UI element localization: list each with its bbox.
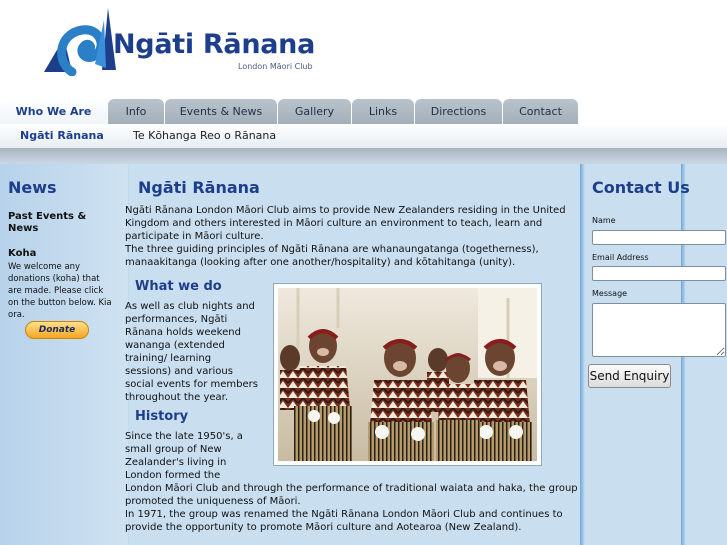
sub-nav: Ngāti Rānana Te Kōhanga Reo o Rānana xyxy=(0,124,727,148)
history-text-1: Since the late 1950's, a small group of … xyxy=(125,431,243,481)
send-enquiry-button[interactable]: Send Enquiry xyxy=(588,364,671,388)
koha-text: We welcome any donations (koha) that are… xyxy=(8,262,112,320)
intro-paragraph-1: Ngāti Rānana London Māori Club aims to p… xyxy=(125,205,566,242)
tab-events-news[interactable]: Events & News xyxy=(165,99,277,124)
tab-who-we-are[interactable]: Who We Are xyxy=(0,99,107,124)
kapa-haka-photo xyxy=(273,283,542,466)
history-text-3: In 1971, the group was renamed the Ngāti… xyxy=(125,509,563,533)
what-we-do-heading: What we do xyxy=(135,279,222,294)
what-we-do-text: As well as club nights and performances,… xyxy=(125,301,258,403)
page-title: Ngāti Rānana xyxy=(138,178,260,197)
nav-divider xyxy=(0,148,727,164)
message-label: Message xyxy=(592,289,628,298)
site-title: Ngāti Rānana xyxy=(113,29,315,60)
contact-heading: Contact Us xyxy=(592,178,690,197)
intro-text: Ngāti Rānana London Māori Club aims to p… xyxy=(125,204,569,269)
koru-sail-logo-icon[interactable] xyxy=(42,8,117,76)
email-field[interactable] xyxy=(592,266,726,281)
performers-image xyxy=(278,288,537,461)
tab-links[interactable]: Links xyxy=(352,99,414,124)
past-events-link[interactable]: Past Events & News xyxy=(8,211,108,235)
main-nav: Who We Are Info Events & News Gallery Li… xyxy=(0,99,727,124)
email-label: Email Address xyxy=(592,253,649,262)
name-field[interactable] xyxy=(592,230,726,245)
contact-sidebar: Contact Us Name Email Address Message Se… xyxy=(586,164,727,545)
tab-info[interactable]: Info xyxy=(108,99,164,124)
name-label: Name xyxy=(592,216,616,225)
koha-heading: Koha xyxy=(8,248,37,259)
tab-gallery[interactable]: Gallery xyxy=(278,99,351,124)
intro-paragraph-2: The three guiding principles of Ngāti Rā… xyxy=(125,244,539,268)
history-heading: History xyxy=(135,409,189,424)
main-content: Ngāti Rānana Ngāti Rānana London Māori C… xyxy=(120,164,586,545)
donate-button[interactable]: Donate xyxy=(25,321,89,339)
news-sidebar: News Past Events & News Koha We welcome … xyxy=(0,164,128,545)
site-header: Ngāti Rānana London Māori Club xyxy=(0,0,727,100)
subnav-item-te-kohanga-reo[interactable]: Te Kōhanga Reo o Rānana xyxy=(133,129,276,142)
subnav-item-ngati-ranana[interactable]: Ngāti Rānana xyxy=(20,129,104,142)
tab-contact[interactable]: Contact xyxy=(503,99,578,124)
tab-directions[interactable]: Directions xyxy=(415,99,502,124)
site-tagline: London Māori Club xyxy=(238,62,313,71)
news-heading: News xyxy=(8,178,57,197)
message-field[interactable] xyxy=(592,303,726,357)
history-text-2: London Māori Club and through the perfor… xyxy=(125,483,578,507)
